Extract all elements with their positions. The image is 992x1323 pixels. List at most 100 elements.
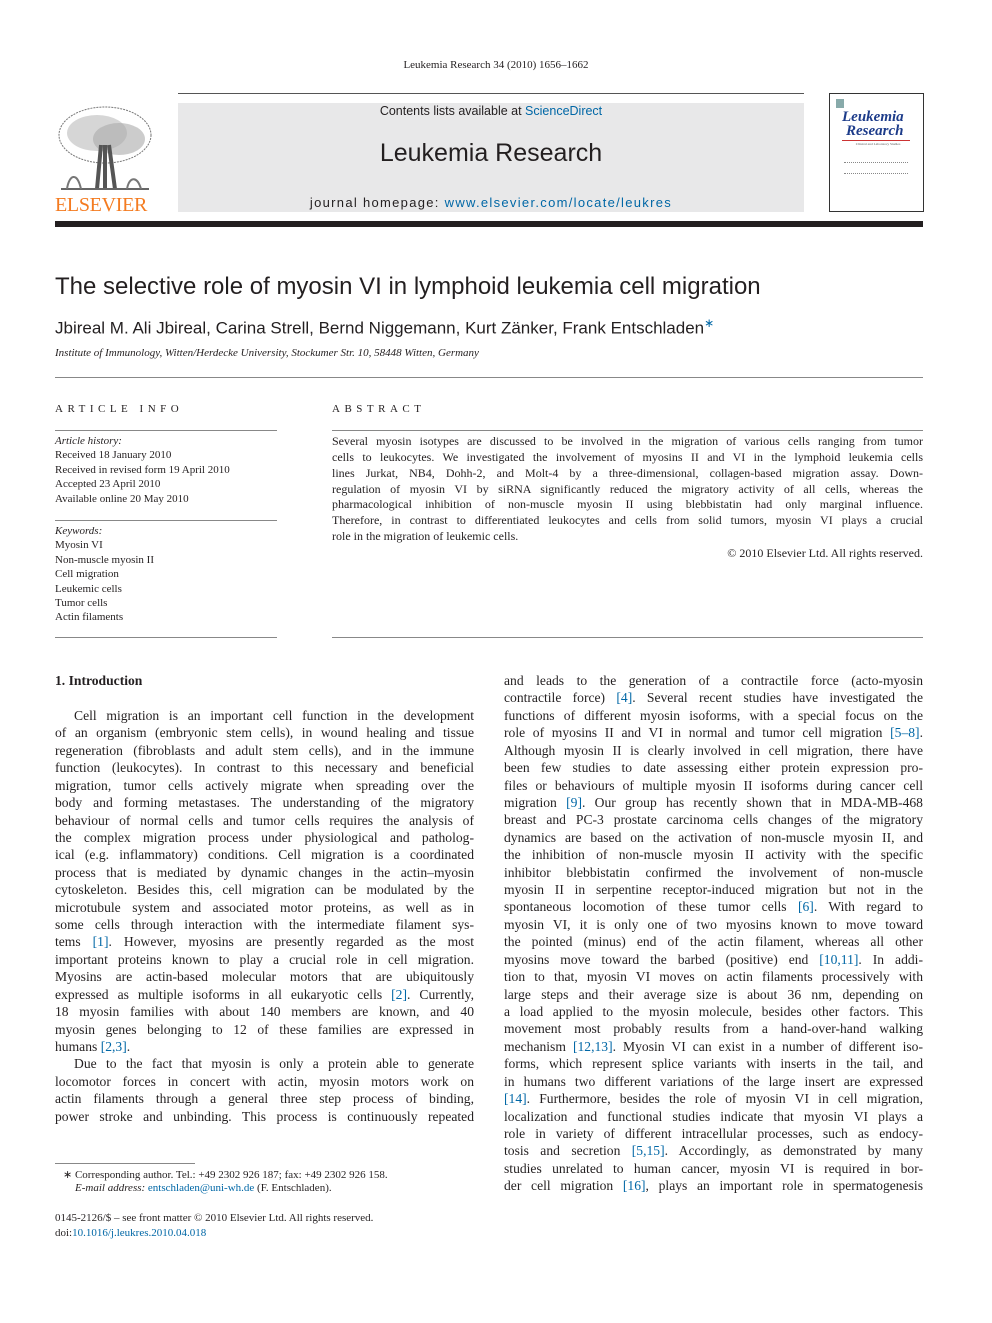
cover-title: Leukemia Research (842, 109, 904, 139)
abstract-line: Several myosin isotypes are discussed to… (332, 434, 923, 448)
body-column-right: and leads to the generation of a contrac… (504, 673, 923, 1203)
body-line: function (leukocytes). In contrast to th… (55, 760, 474, 776)
citation-link[interactable]: [2,3] (101, 1039, 127, 1054)
abstract-line: cells to leukocytes. We investigated the… (332, 449, 923, 464)
body-line: spontaneous locomotion of these tumor ce… (504, 899, 924, 915)
divider (178, 93, 804, 94)
citation-link[interactable]: [5,15] (632, 1143, 665, 1158)
running-head: Leukemia Research 34 (2010) 1656–1662 (403, 59, 589, 71)
body-line: contractile force) [4]. Several recent s… (504, 690, 923, 706)
keywords-label: Keywords: (55, 525, 103, 537)
issn-line: 0145-2126/$ – see front matter © 2010 El… (55, 1212, 374, 1224)
citation-link[interactable]: [6] (798, 899, 814, 914)
history-list: Received 18 January 2010 Received in revi… (55, 448, 277, 506)
body-line: mechanism [12,13]. Myosin VI can exist i… (504, 1038, 923, 1054)
body-line: the inhibition of non-muscle myosin II a… (504, 847, 923, 863)
elsevier-wordmark: ELSEVIER (55, 194, 148, 216)
body-line: been few studies to date assessing eithe… (504, 760, 923, 776)
history-label: Article history: (55, 435, 122, 447)
body-line: tion to that, myosin VI moves on actin f… (504, 969, 923, 985)
citation-link[interactable]: [14] (504, 1091, 527, 1106)
history-item: Accepted 23 April 2010 (55, 478, 161, 491)
body-line: a load applied to the myosin molecule, b… (504, 1003, 923, 1019)
body-line: myosin genes belonging to 12 of these fa… (55, 1021, 474, 1037)
body-line: tems [1]. However, myosins are presently… (55, 934, 475, 950)
citation-link[interactable]: [2] (391, 987, 407, 1002)
copyright: © 2010 Elsevier Ltd. All rights reserved… (727, 546, 923, 560)
body-line: expressed as multiple isoforms in all eu… (55, 986, 474, 1002)
keywords: Keywords: Myosin VI Non-muscle myosin II C… (55, 524, 277, 625)
citation-link[interactable]: [1] (93, 934, 109, 949)
citation-link[interactable]: [9] (566, 795, 582, 810)
body-line: [14]. Furthermore, besides the role of m… (504, 1091, 923, 1107)
cover-logo-icon (836, 99, 844, 108)
body-line: humans [2,3]. (55, 1038, 131, 1054)
abstract-line: Therefore, in contrast to differentiated… (332, 513, 923, 528)
cover-editors (844, 162, 908, 174)
body-column-left: Cell migration is an important cell func… (55, 708, 474, 1138)
body-line: myosin II in serpentine receptor-induced… (504, 882, 923, 898)
body-line: large steps and their average size is ab… (504, 986, 923, 1002)
abstract-text: Several myosin isotypes are discussed to… (332, 434, 923, 554)
body-line: cytoskeleton. Besides this, cell migrati… (55, 882, 474, 898)
article-history: Article history: Received 18 January 201… (55, 434, 277, 506)
body-line: movement most probably results from a ha… (504, 1021, 923, 1037)
body-line: body and forming metastases. The underst… (55, 795, 474, 811)
sciencedirect-link[interactable]: ScienceDirect (525, 104, 602, 118)
journal-title: Leukemia Research (379, 139, 603, 167)
body-line: important proteins known to play a cruci… (55, 951, 474, 967)
contents-line: Contents lists available at ScienceDirec… (178, 104, 804, 118)
body-line: behaviour of normal cells and tumor cell… (55, 812, 474, 828)
body-line: actin filaments through a general three … (55, 1091, 474, 1107)
email-link[interactable]: entschladen@uni-wh.de (148, 1182, 254, 1194)
authors: Jbireal M. Ali Jbireal, Carina Strell, B… (55, 318, 705, 338)
divider (332, 637, 923, 638)
keyword: Tumor cells (55, 597, 108, 610)
citation-link[interactable]: [12,13] (573, 1039, 613, 1054)
body-line: Due to the fact that myosin is only a pr… (74, 1056, 474, 1072)
body-line: regeneration (fibroblasts and adult stem… (55, 742, 474, 758)
history-item: Available online 20 May 2010 (55, 492, 189, 505)
citation-link[interactable]: [4] (616, 690, 632, 705)
header-bar (55, 221, 923, 227)
corresponding-footnote: ∗ Corresponding author. Tel.: +49 2302 9… (63, 1169, 388, 1181)
cover-rule (842, 140, 910, 141)
doi-prefix: doi: (55, 1227, 73, 1239)
abstract-line: regulation of myosin VI by siRNA signifi… (332, 481, 923, 496)
body-line: der cell migration [16], plays an import… (504, 1178, 923, 1194)
elsevier-tree-icon (58, 106, 152, 190)
journal-cover: Leukemia Research Clinical and Laboratory… (829, 93, 924, 212)
abstract-line: pharmacological inhibition of non-muscle… (332, 497, 923, 512)
keyword: Non-muscle myosin II (55, 553, 154, 566)
body-line: dynamics are based on the activation of … (504, 829, 923, 845)
body-line: Myosins are actin-based molecular motors… (55, 969, 474, 985)
corresponding-author-mark[interactable]: ∗ (704, 316, 714, 330)
cover-subtitle: Clinical and Laboratory Studies (855, 142, 901, 146)
abstract-line: lines Jurkat, NB4, Dohh-2, and Molt-4 by… (332, 465, 923, 480)
homepage-link[interactable]: www.elsevier.com/locate/leukres (445, 195, 672, 210)
body-line: power stroke and unbinding. This process… (55, 1108, 474, 1124)
citation-link[interactable]: [16] (623, 1178, 646, 1193)
footnote-rule (55, 1163, 195, 1164)
body-line: files or behaviours of multiple myosin I… (504, 777, 923, 793)
email-suffix: (F. Entschladen). (254, 1182, 332, 1194)
body-line: Cell migration is an important cell func… (74, 708, 474, 723)
keyword: Actin filaments (55, 611, 124, 624)
body-line: microtubule system and associated motor … (55, 899, 474, 915)
article-info-heading: ARTICLE INFO (55, 403, 184, 415)
doi-line: doi:10.1016/j.leukres.2010.04.018 (55, 1227, 206, 1239)
body-line: myosin VI, it is only one of two myosins… (504, 916, 923, 932)
citation-link[interactable]: [5–8] (890, 725, 919, 740)
keyword-list: Myosin VI Non-muscle myosin II Cell migrat… (55, 538, 277, 624)
affiliation: Institute of Immunology, Witten/Herdecke… (55, 347, 479, 359)
citation-link[interactable]: [10,11] (819, 952, 858, 967)
divider (55, 637, 277, 638)
body-line: the complex migration process under phys… (55, 829, 474, 845)
body-line: role in variety of different intracellul… (504, 1125, 923, 1141)
body-line: breast and PC-3 prostate carcinoma cells… (504, 812, 923, 828)
homepage-line: journal homepage: www.elsevier.com/locat… (178, 195, 804, 210)
article-page: { "running_head":"Leukemia Research 34 (… (0, 0, 992, 1323)
body-line: forms, which represent splice variants w… (504, 1056, 923, 1072)
body-line: migration [9]. Our group has recently sh… (504, 794, 923, 810)
doi-link[interactable]: 10.1016/j.leukres.2010.04.018 (72, 1227, 206, 1239)
